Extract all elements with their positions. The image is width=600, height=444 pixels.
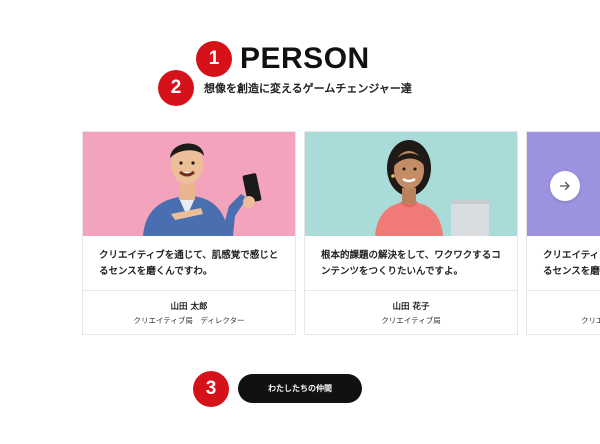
carousel-next-button[interactable]	[550, 171, 580, 201]
person-carousel: クリエイティブを通じて、肌感覚で感じとるセンスを磨くんですわ。 山田 太郎 クリ…	[0, 131, 600, 341]
arrow-right-icon	[559, 181, 570, 191]
person-role-3: クリエイティブ局	[581, 316, 600, 325]
person-card-1[interactable]: クリエイティブを通じて、肌感覚で感じとるセンスを磨くんですわ。 山田 太郎 クリ…	[82, 131, 296, 335]
card-divider	[305, 290, 517, 291]
person-description-3: クリエイティブを通じて、肌感覚で感じとるセンスを磨くんですわ。	[543, 250, 600, 277]
annotation-marker-1: 1	[196, 41, 232, 77]
person-description-1: クリエイティブを通じて、肌感覚で感じとるセンスを磨くんですわ。	[99, 250, 279, 277]
card-divider	[527, 290, 600, 291]
person-card-2[interactable]: 根本的課題の解決をして、ワクワクするコンテンツをつくりたいんですよ。 山田 花子…	[304, 131, 518, 335]
members-button[interactable]: わたしたちの仲間	[238, 374, 362, 403]
section-subtitle: 想像を創造に変えるゲームチェンジャー達	[204, 82, 412, 95]
person-description-2: 根本的課題の解決をして、ワクワクするコンテンツをつくりたいんですよ。	[321, 250, 501, 277]
person-name-2: 山田 花子	[392, 302, 430, 312]
person-illustration-1	[83, 132, 295, 236]
person-card-3[interactable]: クリエイティブを通じて、肌感覚で感じとるセンスを磨くんですわ。 クリエイティブ局	[526, 131, 600, 335]
person-illustration-2	[305, 132, 517, 236]
card-divider	[83, 290, 295, 291]
annotation-marker-2: 2	[158, 70, 194, 106]
person-role-1: クリエイティブ局 ディレクター	[133, 316, 245, 325]
person-role-2: クリエイティブ局	[381, 316, 441, 325]
annotation-marker-3: 3	[193, 371, 229, 407]
person-photo-1	[83, 132, 295, 236]
person-photo-2	[305, 132, 517, 236]
person-name-1: 山田 太郎	[170, 302, 208, 312]
section-title: PERSON	[240, 42, 370, 75]
